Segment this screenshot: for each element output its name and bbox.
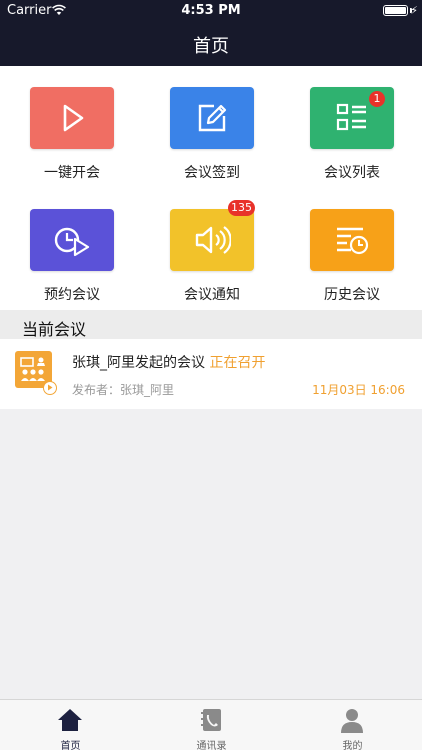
notification-badge: 135 xyxy=(228,200,255,216)
feature-icon-bg xyxy=(170,209,254,271)
meeting-time: 11月03日 16:06 xyxy=(312,383,405,397)
home-screen: Carrier 4:53 PM ⚡ 首页 一键开会 会议签到 1 会议列表 预约… xyxy=(0,0,422,750)
unread-badge: 1 xyxy=(369,91,385,107)
feature-label: 预约会议 xyxy=(44,287,100,303)
feature-meeting-list[interactable]: 1 会议列表 xyxy=(295,66,405,181)
nav-header: Carrier 4:53 PM ⚡ 首页 xyxy=(0,0,422,66)
feature-notifications[interactable]: 135 会议通知 xyxy=(155,188,265,303)
feature-icon-bg xyxy=(310,209,394,271)
edit-icon xyxy=(198,104,227,132)
tab-label: 通讯录 xyxy=(196,741,227,750)
schedule-icon xyxy=(54,227,90,257)
feature-icon-bg xyxy=(170,87,254,149)
feature-label: 会议通知 xyxy=(184,287,240,303)
status-bar: Carrier 4:53 PM ⚡ xyxy=(0,0,422,22)
feature-grid: 一键开会 会议签到 1 会议列表 预约会议 135 会议通知 历史会议 xyxy=(0,66,422,310)
feature-schedule[interactable]: 预约会议 xyxy=(15,188,125,303)
tab-label: 首页 xyxy=(60,741,81,750)
page-title: 首页 xyxy=(193,36,229,57)
home-icon xyxy=(58,709,82,731)
current-meetings-header: 当前会议 xyxy=(0,310,422,339)
tab-home[interactable]: 首页 xyxy=(0,700,141,750)
feature-history[interactable]: 历史会议 xyxy=(295,188,405,303)
feature-label: 会议签到 xyxy=(184,165,240,181)
charging-icon: ⚡ xyxy=(410,4,418,17)
feature-quick-meeting[interactable]: 一键开会 xyxy=(15,66,125,181)
feature-label: 一键开会 xyxy=(44,165,100,181)
contacts-icon xyxy=(201,709,221,731)
live-play-icon xyxy=(43,381,57,395)
list-icon xyxy=(336,103,366,131)
feature-icon-bg xyxy=(30,209,114,271)
feature-label: 会议列表 xyxy=(324,165,380,181)
profile-icon xyxy=(341,709,363,733)
history-icon xyxy=(337,227,369,255)
battery-icon xyxy=(383,5,408,16)
meeting-publisher: 发布者：张琪_阿里 xyxy=(72,383,175,397)
feature-icon-bg xyxy=(30,87,114,149)
tab-contacts[interactable]: 通讯录 xyxy=(141,700,282,750)
clock-label: 4:53 PM xyxy=(181,3,241,18)
meeting-list-item[interactable]: 张琪_阿里发起的会议 正在召开 发布者：张琪_阿里 11月03日 16:06 xyxy=(0,339,422,409)
meeting-title-text: 张琪_阿里发起的会议 xyxy=(72,355,205,371)
meeting-title: 张琪_阿里发起的会议 正在召开 xyxy=(72,352,265,372)
feature-checkin[interactable]: 会议签到 xyxy=(155,66,265,181)
section-title: 当前会议 xyxy=(22,320,87,339)
speaker-icon xyxy=(195,226,231,254)
tab-profile[interactable]: 我的 xyxy=(282,700,422,750)
meeting-status: 正在召开 xyxy=(209,355,266,371)
tab-label: 我的 xyxy=(342,741,363,750)
play-icon xyxy=(63,104,84,132)
feature-label: 历史会议 xyxy=(324,287,380,303)
tab-bar: 首页 通讯录 我的 xyxy=(0,699,422,750)
